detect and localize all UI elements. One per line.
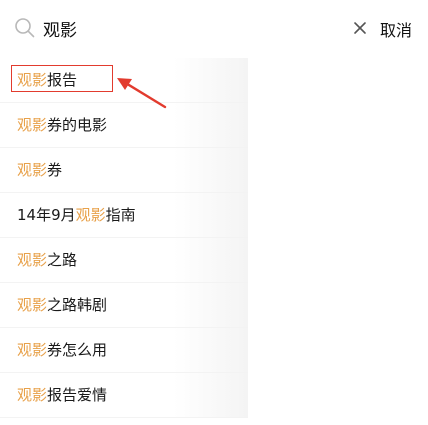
suggestion-text: 之路 [47,251,78,269]
suggestion-item[interactable]: 观影之路韩剧 [0,283,248,328]
suggestion-text: 报告爱情 [47,386,108,404]
suggestion-text: 14年9月 [17,206,76,224]
suggestion-match-text: 观影 [17,341,48,359]
suggestion-item[interactable]: 14年9月观影指南 [0,193,248,238]
suggestion-text: 报告 [47,71,78,89]
suggestion-match-text: 观影 [17,116,48,134]
suggestion-match-text: 观影 [17,296,48,314]
suggestion-item[interactable]: 观影报告 [0,58,248,103]
suggestion-match-text: 观影 [75,206,106,224]
search-input[interactable] [43,14,333,42]
cancel-button[interactable]: 取消 [380,17,412,41]
suggestion-item[interactable]: 观影券的电影 [0,103,248,148]
suggestion-item[interactable]: 观影报告爱情 [0,373,248,418]
suggestion-text: 券 [47,161,63,179]
suggestion-item[interactable]: 观影券怎么用 [0,328,248,373]
search-icon [15,18,35,38]
suggestion-match-text: 观影 [17,161,48,179]
suggestion-item[interactable]: 观影之路 [0,238,248,283]
suggestion-text: 之路韩剧 [47,296,108,314]
suggestion-text: 券的电影 [47,116,108,134]
search-bar: 取消 [0,0,428,58]
suggestion-list: 观影报告 观影券的电影 观影券 14年9月观影指南 观影之路 观影之路韩剧 观影券怎么用 观影… [0,58,248,418]
suggestion-text: 券怎么用 [47,341,108,359]
suggestion-match-text: 观影 [17,71,48,89]
clear-icon[interactable] [352,20,368,36]
suggestion-match-text: 观影 [17,386,48,404]
suggestion-text: 指南 [105,206,136,224]
suggestion-match-text: 观影 [17,251,48,269]
suggestion-item[interactable]: 观影券 [0,148,248,193]
search-page: 取消 观影报告观影券的电影观影券14年9月观影指南观影之路观影之路韩剧观影券怎么… [0,0,428,425]
